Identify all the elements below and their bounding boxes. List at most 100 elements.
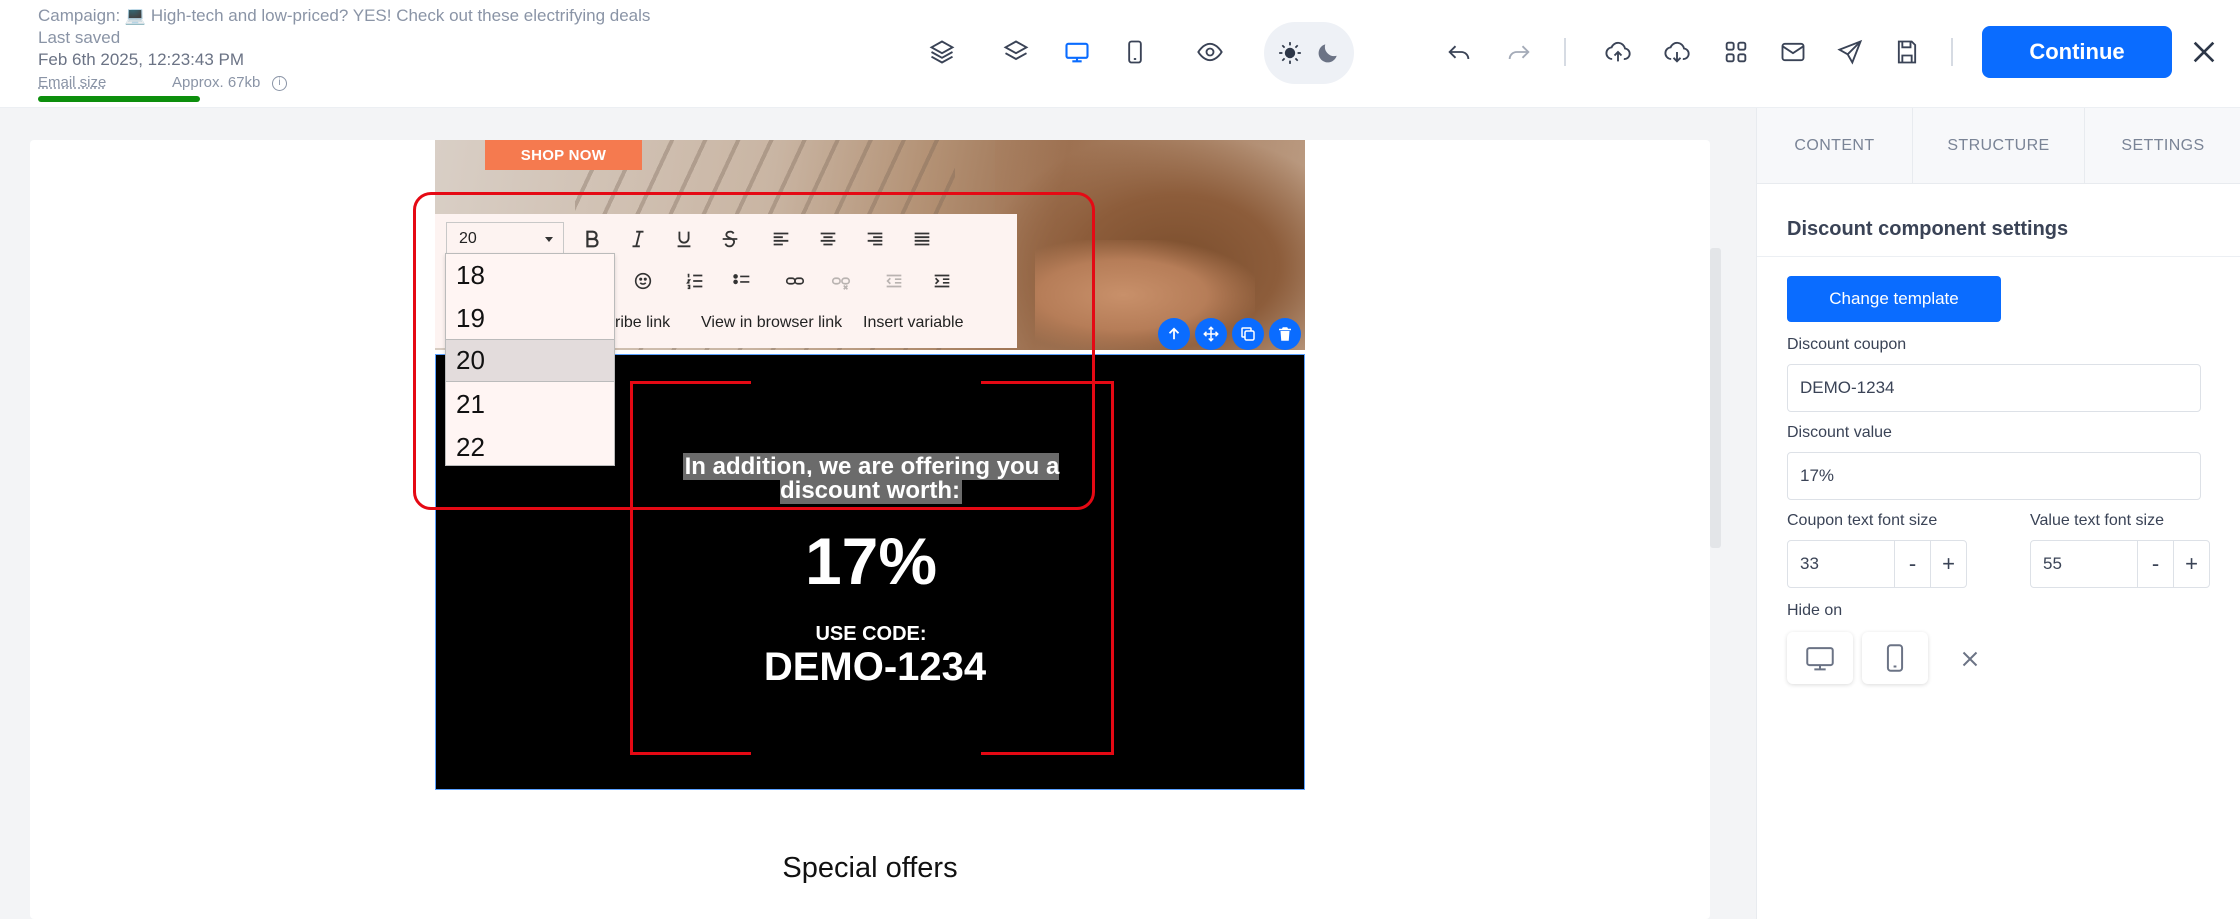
font-size-option[interactable]: 22 [446, 426, 614, 469]
campaign-title: Campaign: 💻 High-tech and low-priced? YE… [38, 6, 651, 25]
discount-value-input[interactable]: 17% [1787, 452, 2201, 500]
save-icon[interactable] [1889, 34, 1925, 70]
desktop-view-icon[interactable] [1059, 34, 1095, 70]
change-template-button[interactable]: Change template [1787, 276, 2001, 322]
arrow-up-icon [1168, 327, 1180, 340]
discount-coupon-label: Discount coupon [1787, 336, 1907, 353]
download-cloud-icon[interactable] [1659, 34, 1695, 70]
email-size-value: Approx. 67kb [172, 74, 261, 91]
toolbar-divider [1951, 38, 1953, 66]
value-font-size-increase[interactable]: + [2173, 541, 2209, 587]
discount-value-label: Discount value [1787, 424, 1892, 441]
align-justify-icon[interactable] [905, 222, 939, 256]
coupon-font-size-label: Coupon text font size [1787, 512, 1938, 529]
shop-now-button[interactable]: SHOP NOW [485, 140, 642, 170]
align-right-icon[interactable] [858, 222, 892, 256]
font-size-option-selected[interactable]: 20 [446, 339, 614, 382]
panel-divider [1757, 256, 2240, 257]
special-offers-heading[interactable]: Special offers [435, 852, 1305, 885]
frame-gap [751, 751, 981, 761]
indent-icon[interactable] [925, 264, 959, 298]
trash-icon [1279, 327, 1291, 341]
font-size-option[interactable]: 19 [446, 297, 614, 340]
layers-icon[interactable] [998, 34, 1034, 70]
italic-icon[interactable] [621, 222, 655, 256]
link-icon[interactable] [778, 264, 812, 298]
email-size-bar [38, 96, 200, 102]
discount-coupon-input[interactable]: DEMO-1234 [1787, 364, 2201, 412]
discount-heading[interactable]: In addition, we are offering you a disco… [666, 453, 1076, 504]
tab-content[interactable]: CONTENT [1757, 108, 1913, 184]
layers-outline-icon[interactable] [924, 34, 960, 70]
value-font-size-value[interactable]: 55 [2043, 541, 2062, 587]
duplicate-button[interactable] [1232, 318, 1264, 350]
toolbar-divider [1564, 38, 1566, 66]
caret-down-icon [545, 237, 553, 242]
panel-title: Discount component settings [1787, 218, 2069, 240]
coupon-font-size-stepper[interactable]: 33 - + [1787, 540, 1967, 588]
top-toolbar: Campaign: 💻 High-tech and low-priced? YE… [0, 0, 2240, 108]
view-in-browser-link-button[interactable]: View in browser link [701, 314, 842, 332]
desktop-icon [1806, 647, 1834, 671]
continue-button[interactable]: Continue [1982, 26, 2172, 78]
canvas-scrollbar[interactable] [1710, 248, 1721, 548]
copy-icon [1241, 327, 1255, 341]
font-size-dropdown[interactable]: 18 19 20 21 22 [445, 253, 615, 466]
preview-eye-icon[interactable] [1192, 34, 1228, 70]
drag-move-button[interactable] [1195, 318, 1227, 350]
mobile-icon [1886, 644, 1904, 672]
tab-structure[interactable]: STRUCTURE [1913, 108, 2085, 184]
coupon-font-size-increase[interactable]: + [1930, 541, 1966, 587]
unlink-icon[interactable] [824, 264, 858, 298]
align-center-icon[interactable] [811, 222, 845, 256]
font-size-option[interactable]: 21 [446, 383, 614, 426]
coupon-font-size-value[interactable]: 33 [1800, 541, 1819, 587]
underline-icon[interactable] [667, 222, 701, 256]
bullet-list-icon[interactable] [725, 264, 759, 298]
coupon-code-text[interactable]: DEMO-1234 [440, 645, 1305, 690]
value-font-size-decrease[interactable]: - [2137, 541, 2173, 587]
strikethrough-icon[interactable] [713, 222, 747, 256]
info-icon[interactable]: i [272, 76, 287, 91]
hide-on-desktop-button[interactable] [1787, 632, 1853, 684]
font-size-value: 20 [459, 230, 477, 247]
email-size-label: Email size [38, 74, 107, 91]
clear-hide-icon[interactable] [1957, 646, 1983, 672]
discount-value-text[interactable]: 17% [436, 523, 1305, 599]
hide-on-mobile-button[interactable] [1862, 632, 1928, 684]
last-saved-date: Feb 6th 2025, 12:23:43 PM [38, 50, 245, 69]
hide-on-label: Hide on [1787, 602, 1843, 619]
grid-apps-icon[interactable] [1718, 34, 1754, 70]
delete-button[interactable] [1269, 318, 1301, 350]
value-font-size-label: Value text font size [2030, 512, 2164, 529]
outdent-icon[interactable] [877, 264, 911, 298]
theme-toggle[interactable] [1264, 22, 1354, 84]
unsubscribe-link-button[interactable]: cribe link [607, 314, 670, 332]
send-icon[interactable] [1832, 34, 1868, 70]
font-size-option[interactable]: 18 [446, 254, 614, 297]
redo-icon[interactable] [1501, 34, 1537, 70]
sun-icon[interactable] [1272, 35, 1308, 71]
tab-settings[interactable]: SETTINGS [2085, 108, 2240, 184]
align-left-icon[interactable] [764, 222, 798, 256]
undo-icon[interactable] [1441, 34, 1477, 70]
emoji-icon[interactable] [621, 264, 665, 298]
move-arrows-icon [1203, 326, 1219, 342]
frame-gap [751, 378, 981, 388]
moon-icon[interactable] [1310, 35, 1346, 71]
upload-cloud-icon[interactable] [1600, 34, 1636, 70]
insert-variable-button[interactable]: Insert variable [863, 314, 964, 332]
panel-tabs: CONTENT STRUCTURE SETTINGS [1757, 108, 2240, 184]
bold-icon[interactable] [575, 222, 609, 256]
last-saved-label: Last saved [38, 28, 121, 47]
value-font-size-stepper[interactable]: 55 - + [2030, 540, 2210, 588]
use-code-label[interactable]: USE CODE: [436, 623, 1305, 646]
close-icon[interactable] [2188, 36, 2220, 68]
ordered-list-icon[interactable] [678, 264, 712, 298]
mobile-view-icon[interactable] [1117, 34, 1153, 70]
move-up-button[interactable] [1158, 318, 1190, 350]
coupon-font-size-decrease[interactable]: - [1894, 541, 1930, 587]
mail-icon[interactable] [1775, 34, 1811, 70]
discount-heading-text[interactable]: In addition, we are offering you a disco… [682, 453, 1060, 504]
font-size-select[interactable]: 20 [446, 222, 564, 256]
